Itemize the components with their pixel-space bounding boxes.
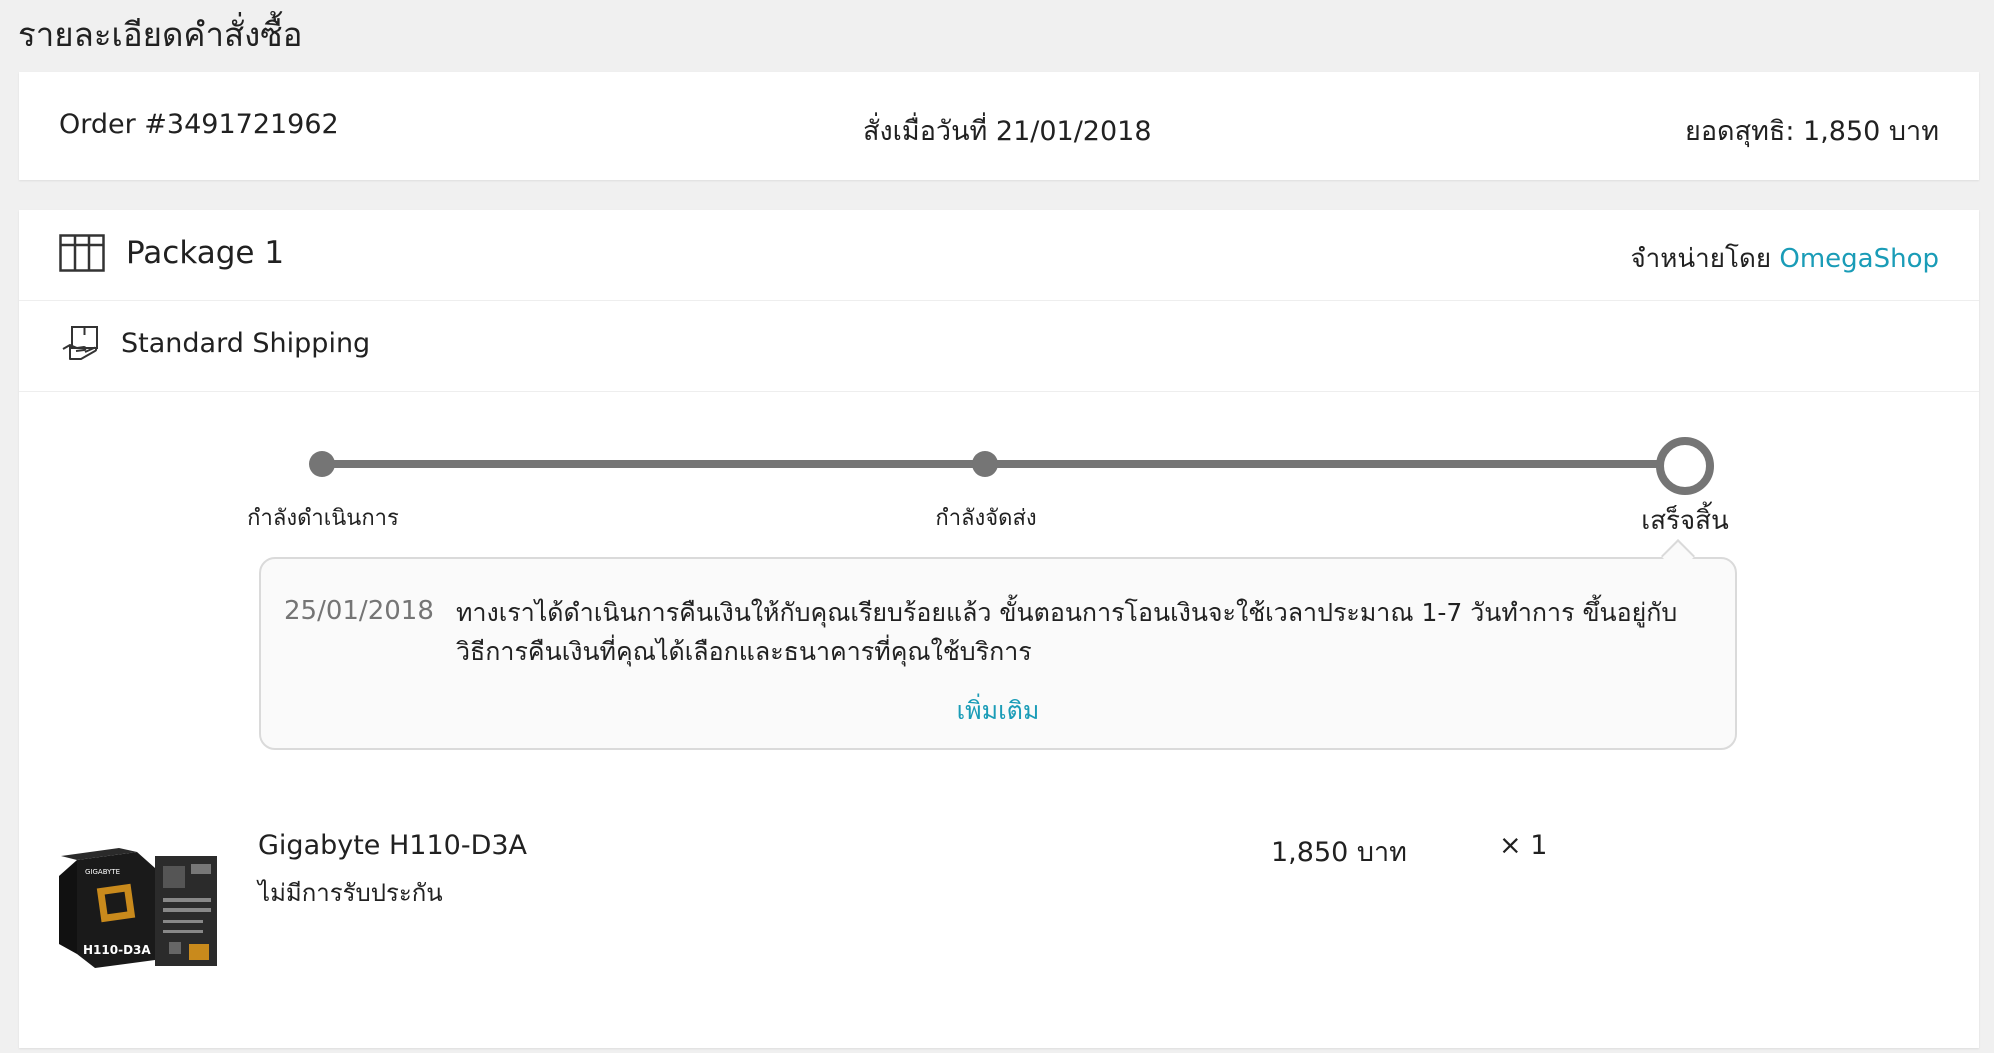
sold-by: จำหน่ายโดย OmegaShop [1630,238,1939,279]
product-price: 1,850 บาท [1271,837,1407,868]
package-title: Package 1 [126,235,285,271]
product-image[interactable]: GIGABYTE H110-D3A [59,848,219,968]
step-label-completed: เสร็จสิ้น [1641,506,1729,536]
product-quantity: × 1 [1499,830,1548,861]
step-label-shipping: กำลังจัดส่ง [935,506,1037,531]
package-header: Package 1 จำหน่ายโดย OmegaShop [19,210,1979,301]
product-warranty: ไม่มีการรับประกัน [258,879,443,907]
order-date: สั่งเมื่อวันที่ 21/01/2018 [863,116,1152,147]
step-dot-completed [1656,437,1714,495]
step-dot-processing [309,451,335,477]
package-icon [59,234,105,272]
package-card: Package 1 จำหน่ายโดย OmegaShop Standard … [19,210,1979,1048]
product-name[interactable]: Gigabyte H110-D3A [258,830,527,861]
order-total: ยอดสุทธิ: 1,850 บาท [1685,116,1939,147]
sold-by-label: จำหน่ายโดย [1630,244,1772,274]
progress-track [323,460,1681,468]
shipping-method: Standard Shipping [121,328,371,359]
product-image-model: H110-D3A [83,943,151,957]
page-title: รายละเอียดคำสั่งซื้อ [18,15,303,54]
product-image-brand: GIGABYTE [85,868,120,876]
delivery-hand-icon [62,326,98,360]
event-date: 25/01/2018 [284,596,434,626]
status-event-box: 25/01/2018 ทางเราได้ดำเนินการคืนเงินให้ก… [259,557,1737,750]
step-label-processing: กำลังดำเนินการ [247,506,399,531]
order-number: Order #3491721962 [59,109,339,140]
event-text: ทางเราได้ดำเนินการคืนเงินให้กับคุณเรียบร… [456,598,1678,666]
more-link[interactable]: เพิ่มเติม [261,691,1735,731]
seller-link[interactable]: OmegaShop [1779,244,1939,274]
step-dot-shipping [972,451,998,477]
order-summary-card: Order #3491721962 สั่งเมื่อวันที่ 21/01/… [19,72,1979,180]
shipping-row: Standard Shipping [19,301,1979,392]
